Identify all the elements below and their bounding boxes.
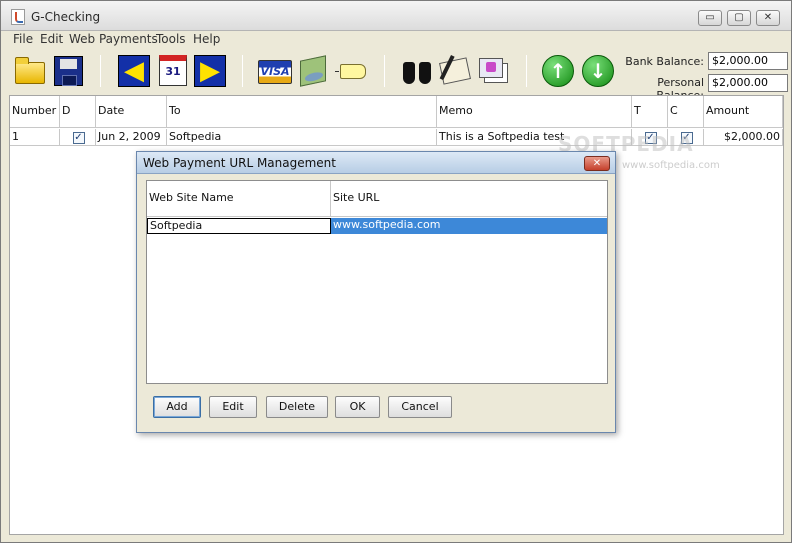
dialog-close-button[interactable]: ✕ (584, 156, 610, 171)
cancel-button[interactable]: Cancel (388, 396, 452, 418)
dialog-title-bar[interactable]: Web Payment URL Management ✕ (137, 152, 615, 174)
maximize-button[interactable]: ▢ (727, 10, 751, 26)
java-app-icon (11, 9, 25, 25)
arrow-up-icon: ↑ (542, 55, 574, 87)
cell-d[interactable]: ✓ (60, 129, 96, 146)
save-button[interactable] (51, 54, 85, 88)
checks-icon (479, 58, 503, 78)
cell-to[interactable]: Softpedia (167, 129, 437, 146)
visa-card-icon: VISA (258, 60, 292, 84)
floppy-disk-icon (54, 56, 83, 86)
column-header-number[interactable]: Number (10, 96, 60, 128)
checks-button[interactable] (476, 54, 510, 88)
minimize-button[interactable]: ▭ (698, 10, 722, 26)
toolbar: ◀ 31 ▶ VISA ↑ ↓ Bank Balance: $2,000.00 … (1, 49, 791, 102)
ok-button[interactable]: OK (335, 396, 380, 418)
add-button[interactable]: Add (153, 396, 201, 418)
close-button[interactable]: ✕ (756, 10, 780, 26)
binoculars-icon (402, 62, 432, 84)
arrow-left-icon: ◀ (118, 55, 150, 87)
d-checkbox[interactable]: ✓ (72, 132, 85, 144)
column-header-to[interactable]: To (167, 96, 437, 128)
folder-icon (15, 57, 45, 84)
find-button[interactable] (400, 54, 434, 88)
bank-balance-label: Bank Balance: (625, 55, 704, 68)
tag-icon (335, 64, 366, 79)
money-icon (300, 55, 326, 87)
title-bar[interactable]: G-Checking ▭ ▢ ✕ (1, 1, 791, 31)
column-header-c[interactable]: C (668, 96, 704, 128)
previous-button[interactable]: ◀ (117, 54, 151, 88)
category-button[interactable] (334, 54, 368, 88)
personal-balance-field: $2,000.00 (708, 74, 788, 92)
toolbar-separator (242, 55, 243, 87)
menu-bar: File Edit Web Payments Tools Help (1, 31, 791, 48)
column-header-site-url[interactable]: Site URL (331, 181, 607, 217)
url-management-dialog: Web Payment URL Management ✕ Web Site Na… (136, 151, 616, 433)
window-title: G-Checking (31, 10, 101, 24)
column-header-t[interactable]: T (632, 96, 668, 128)
deposit-button[interactable] (296, 54, 330, 88)
menu-help[interactable]: Help (193, 32, 220, 46)
arrow-right-icon: ▶ (194, 55, 226, 87)
toolbar-separator (526, 55, 527, 87)
column-header-amount[interactable]: Amount (704, 96, 783, 128)
main-window: G-Checking ▭ ▢ ✕ File Edit Web Payments … (0, 0, 792, 543)
sign-button[interactable] (438, 54, 472, 88)
move-down-button[interactable]: ↓ (581, 54, 615, 88)
menu-edit[interactable]: Edit (40, 32, 63, 46)
site-url-cell[interactable]: www.softpedia.com (331, 218, 607, 234)
cell-amount[interactable]: $2,000.00 (704, 129, 783, 146)
cell-date[interactable]: Jun 2, 2009 (96, 129, 167, 146)
cell-number[interactable]: 1 (10, 129, 60, 146)
toolbar-separator (384, 55, 385, 87)
dialog-title: Web Payment URL Management (143, 156, 336, 170)
url-table: Web Site Name Site URL Softpedia www.sof… (146, 180, 608, 384)
menu-tools[interactable]: Tools (156, 32, 186, 46)
toolbar-separator (100, 55, 101, 87)
column-header-date[interactable]: Date (96, 96, 167, 128)
pen-document-icon (439, 57, 471, 85)
menu-file[interactable]: File (13, 32, 33, 46)
column-header-web-site-name[interactable]: Web Site Name (147, 181, 331, 217)
next-button[interactable]: ▶ (193, 54, 227, 88)
web-site-name-input[interactable]: Softpedia (147, 218, 331, 234)
move-up-button[interactable]: ↑ (541, 54, 575, 88)
column-header-d[interactable]: D (60, 96, 96, 128)
credit-card-button[interactable]: VISA (258, 54, 292, 88)
delete-button[interactable]: Delete (266, 396, 328, 418)
softpedia-watermark-url: www.softpedia.com (622, 160, 720, 171)
calendar-icon: 31 (159, 55, 187, 86)
menu-web-payments[interactable]: Web Payments (69, 32, 158, 46)
open-button[interactable] (13, 54, 47, 88)
calendar-button[interactable]: 31 (155, 54, 189, 88)
arrow-down-icon: ↓ (582, 55, 614, 87)
column-header-memo[interactable]: Memo (437, 96, 632, 128)
bank-balance-field: $2,000.00 (708, 52, 788, 70)
edit-button[interactable]: Edit (209, 396, 257, 418)
